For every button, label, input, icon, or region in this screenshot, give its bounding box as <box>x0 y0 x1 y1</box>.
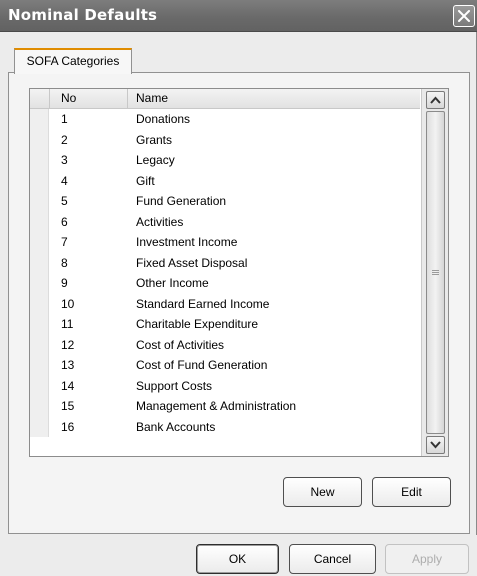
table-row[interactable]: 4 Gift <box>30 170 420 191</box>
table-row[interactable]: 12 Cost of Activities <box>30 334 420 355</box>
row-name: Charitable Expenditure <box>136 317 259 331</box>
table-row[interactable]: 15 Management & Administration <box>30 396 420 417</box>
column-header-no[interactable]: No <box>50 89 128 109</box>
row-no: 8 <box>61 255 68 270</box>
row-no: 14 <box>61 378 75 393</box>
chevron-up-icon <box>430 96 441 104</box>
column-header-name[interactable]: Name <box>129 89 419 109</box>
close-button[interactable] <box>453 5 475 27</box>
ok-button[interactable]: OK <box>196 544 279 574</box>
table-row[interactable]: 11 Charitable Expenditure <box>30 314 420 335</box>
row-name: Management & Administration <box>136 399 297 413</box>
row-name: Gift <box>136 173 155 188</box>
tab-label: SOFA Categories <box>26 54 120 68</box>
list-header: No Name <box>30 89 420 109</box>
scroll-down-button[interactable] <box>426 436 445 454</box>
new-button[interactable]: New <box>283 477 362 507</box>
table-row[interactable]: 13 Cost of Fund Generation <box>30 355 420 376</box>
edit-button[interactable]: Edit <box>372 477 451 507</box>
row-gutter <box>30 150 49 171</box>
row-no: 2 <box>61 132 68 147</box>
list-rows: 1 Donations 2 Grants 3 Legacy 4 Gift 5 Fund G… <box>30 109 420 437</box>
row-gutter <box>30 109 49 130</box>
row-gutter <box>30 211 49 232</box>
row-name: Grants <box>136 132 173 147</box>
table-row[interactable]: 7 Investment Income <box>30 232 420 253</box>
row-name: Investment Income <box>136 235 238 249</box>
nominal-defaults-dialog: Nominal Defaults SOFA Categories No Name… <box>0 0 477 576</box>
row-gutter <box>30 314 49 335</box>
row-no: 6 <box>61 214 68 229</box>
vertical-scrollbar[interactable] <box>421 89 448 456</box>
apply-button[interactable]: Apply <box>385 544 469 574</box>
row-no: 10 <box>61 296 75 311</box>
row-no: 1 <box>61 112 68 126</box>
window-title: Nominal Defaults <box>8 6 158 24</box>
table-row[interactable]: 16 Bank Accounts <box>30 416 420 437</box>
sofa-categories-list[interactable]: No Name 1 Donations 2 Grants 3 Legacy 4 Gift… <box>29 88 449 457</box>
row-no: 15 <box>61 399 75 413</box>
row-gutter <box>30 273 49 294</box>
table-row[interactable]: 14 Support Costs <box>30 375 420 396</box>
row-gutter <box>30 396 49 417</box>
row-gutter <box>30 170 49 191</box>
row-gutter <box>30 232 49 253</box>
row-name: Fund Generation <box>136 194 227 208</box>
chevron-down-icon <box>430 441 441 449</box>
table-row[interactable]: 3 Legacy <box>30 150 420 171</box>
row-gutter <box>30 191 49 212</box>
table-row[interactable]: 8 Fixed Asset Disposal <box>30 252 420 273</box>
row-gutter <box>30 129 49 150</box>
scroll-up-button[interactable] <box>426 91 445 109</box>
table-row[interactable]: 1 Donations <box>30 109 420 130</box>
row-no: 13 <box>61 358 75 372</box>
table-row[interactable]: 5 Fund Generation <box>30 191 420 212</box>
row-name: Bank Accounts <box>136 419 216 434</box>
row-name: Cost of Fund Generation <box>136 358 268 372</box>
row-no: 3 <box>61 153 68 167</box>
scroll-thumb[interactable] <box>426 111 445 434</box>
row-gutter <box>30 252 49 273</box>
row-gutter <box>30 293 49 314</box>
row-gutter <box>30 375 49 396</box>
table-row[interactable]: 10 Standard Earned Income <box>30 293 420 314</box>
row-no: 4 <box>61 173 68 188</box>
row-gutter <box>30 416 49 437</box>
row-no: 7 <box>61 235 68 249</box>
row-gutter <box>30 355 49 376</box>
table-row[interactable]: 2 Grants <box>30 129 420 150</box>
row-name: Support Costs <box>136 378 213 393</box>
row-name: Standard Earned Income <box>136 296 270 311</box>
header-gutter <box>30 89 50 109</box>
title-bar[interactable]: Nominal Defaults <box>0 0 477 32</box>
row-no: 11 <box>61 317 74 331</box>
cancel-button[interactable]: Cancel <box>289 544 376 574</box>
grip-icon <box>432 269 439 276</box>
row-name: Activities <box>136 214 184 229</box>
row-name: Legacy <box>136 153 175 167</box>
row-gutter <box>30 334 49 355</box>
table-row[interactable]: 9 Other Income <box>30 273 420 294</box>
row-name: Cost of Activities <box>136 337 225 352</box>
row-no: 5 <box>61 194 68 208</box>
tab-sofa-categories[interactable]: SOFA Categories <box>14 48 132 74</box>
row-no: 16 <box>61 419 75 434</box>
table-row[interactable]: 6 Activities <box>30 211 420 232</box>
row-no: 9 <box>61 276 68 290</box>
close-icon <box>458 10 470 22</box>
row-name: Donations <box>136 112 191 126</box>
row-name: Fixed Asset Disposal <box>136 255 248 270</box>
row-name: Other Income <box>136 276 209 290</box>
row-no: 12 <box>61 337 75 352</box>
